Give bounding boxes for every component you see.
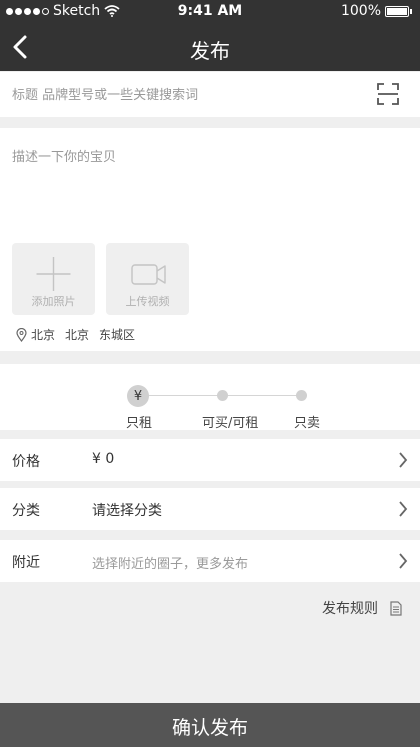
add-photo-label: 添加照片	[31, 295, 76, 308]
category-label: 分类	[12, 503, 40, 519]
battery-percent: 100%	[340, 3, 381, 19]
mode-label-rent-only[interactable]: 只租	[126, 412, 152, 431]
description-block: 添加照片 上传视频 北京 北京 东城区	[0, 128, 420, 351]
scan-icon[interactable]	[377, 83, 399, 105]
mode-option-sell-only-knob[interactable]	[296, 390, 307, 401]
upload-video-button[interactable]: 上传视频	[106, 243, 189, 315]
location-district: 东城区	[99, 328, 136, 342]
mode-option-rent-only-knob[interactable]: ¥	[127, 385, 149, 407]
nearby-value: 选择附近的圈子，更多发布	[92, 557, 249, 572]
confirm-publish-button[interactable]: 确认发布	[0, 703, 420, 747]
upload-video-label: 上传视频	[125, 295, 170, 308]
title-input[interactable]	[12, 84, 362, 106]
battery-info: 100%	[341, 3, 412, 19]
category-value: 请选择分类	[92, 503, 162, 519]
add-photo-button[interactable]: 添加照片	[12, 243, 95, 315]
trade-mode-selector: ¥ 只租 可买/可租 只卖	[0, 364, 420, 431]
mode-option-buy-or-rent-knob[interactable]	[217, 390, 228, 401]
nav-header: Sketch 9:41 AM 100% 发布	[0, 0, 420, 71]
chevron-right-icon	[399, 553, 408, 569]
price-row[interactable]: 价格 ¥ 0	[0, 439, 420, 481]
publish-rules-label: 发布规则	[322, 601, 378, 617]
price-label: 价格	[12, 454, 40, 470]
battery-icon	[385, 5, 409, 17]
status-bar: Sketch 9:41 AM 100%	[0, 0, 420, 24]
location-pin-icon	[16, 327, 27, 342]
nearby-label: 附近	[12, 555, 40, 571]
chevron-right-icon	[399, 452, 408, 468]
nearby-row[interactable]: 附近 选择附近的圈子，更多发布	[0, 540, 420, 582]
chevron-right-icon	[399, 501, 408, 517]
video-camera-icon	[131, 264, 166, 285]
price-value: ¥ 0	[92, 451, 115, 467]
location-province: 北京	[31, 328, 56, 342]
page-title: 发布	[190, 39, 230, 63]
category-row[interactable]: 分类 请选择分类	[0, 488, 420, 530]
description-input[interactable]	[12, 146, 408, 226]
plus-icon	[36, 257, 71, 291]
title-row	[0, 72, 420, 117]
publish-rules-link[interactable]: 发布规则	[322, 598, 402, 618]
document-icon	[390, 600, 402, 616]
location-city: 北京	[65, 328, 90, 342]
mode-label-buy-or-rent[interactable]: 可买/可租	[202, 412, 258, 431]
location-selector[interactable]: 北京 北京 东城区	[16, 326, 135, 343]
yen-icon: ¥	[133, 388, 143, 404]
mode-label-sell-only[interactable]: 只卖	[294, 412, 320, 431]
